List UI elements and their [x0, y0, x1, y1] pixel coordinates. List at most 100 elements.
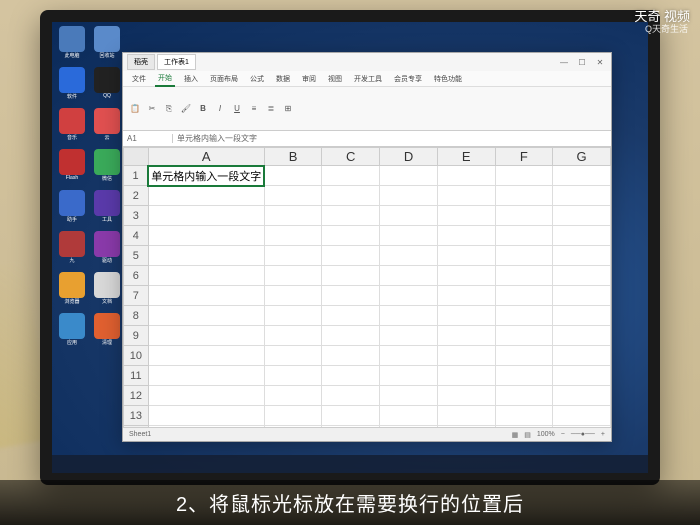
desktop-icon[interactable]: 云 — [91, 108, 123, 146]
cell[interactable] — [148, 326, 264, 346]
row-header[interactable]: 1 — [124, 166, 149, 186]
cell[interactable] — [322, 366, 380, 386]
cell[interactable] — [553, 166, 611, 186]
cell[interactable] — [437, 166, 495, 186]
cell[interactable] — [148, 406, 264, 426]
row-header[interactable]: 3 — [124, 206, 149, 226]
align-center-button[interactable]: ≣ — [263, 101, 279, 117]
cell[interactable] — [148, 386, 264, 406]
zoom-level[interactable]: 100% — [537, 431, 555, 438]
cell[interactable] — [322, 206, 380, 226]
desktop-icon[interactable]: 应用 — [56, 313, 88, 351]
cell[interactable] — [322, 266, 380, 286]
taskbar[interactable] — [52, 455, 648, 473]
cell[interactable] — [264, 286, 322, 306]
cell[interactable] — [264, 386, 322, 406]
cell[interactable] — [322, 346, 380, 366]
cell[interactable] — [437, 226, 495, 246]
row-header[interactable]: 2 — [124, 186, 149, 206]
cell[interactable] — [553, 266, 611, 286]
cell[interactable] — [495, 206, 553, 226]
desktop-icon[interactable]: 工具 — [91, 190, 123, 228]
row-header[interactable]: 8 — [124, 306, 149, 326]
column-header[interactable]: A — [148, 148, 264, 166]
ribbon-tab[interactable]: 公式 — [247, 72, 267, 86]
cell[interactable] — [495, 186, 553, 206]
cell[interactable] — [264, 226, 322, 246]
desktop-icon[interactable]: Flash — [56, 149, 88, 187]
cell[interactable] — [437, 386, 495, 406]
document-tab[interactable]: 工作表1 — [157, 54, 196, 70]
ribbon-tab[interactable]: 数据 — [273, 72, 293, 86]
cell[interactable] — [437, 186, 495, 206]
cell[interactable] — [148, 286, 264, 306]
cell[interactable] — [553, 226, 611, 246]
sheet-tab[interactable]: Sheet1 — [129, 431, 151, 438]
cell[interactable] — [322, 386, 380, 406]
cell[interactable] — [380, 386, 438, 406]
cell[interactable] — [553, 286, 611, 306]
row-header[interactable]: 4 — [124, 226, 149, 246]
cell[interactable] — [264, 246, 322, 266]
maximize-button[interactable]: ☐ — [575, 58, 589, 67]
cell[interactable] — [264, 206, 322, 226]
cell[interactable] — [553, 346, 611, 366]
cell[interactable] — [322, 186, 380, 206]
cell[interactable] — [380, 406, 438, 426]
row-header[interactable]: 6 — [124, 266, 149, 286]
column-header[interactable]: B — [264, 148, 322, 166]
spreadsheet-grid[interactable]: ABCDEFG 1单元格内输入一段文字234567891011121314 — [123, 147, 611, 427]
cell[interactable] — [437, 326, 495, 346]
view-page-icon[interactable]: ▤ — [524, 431, 531, 439]
row-header[interactable]: 12 — [124, 386, 149, 406]
cell[interactable] — [437, 266, 495, 286]
ribbon-tab[interactable]: 插入 — [181, 72, 201, 86]
underline-button[interactable]: U — [229, 101, 245, 117]
row-header[interactable]: 10 — [124, 346, 149, 366]
cell[interactable] — [148, 366, 264, 386]
cell[interactable] — [264, 306, 322, 326]
cell[interactable] — [495, 286, 553, 306]
cell[interactable] — [553, 206, 611, 226]
cell[interactable] — [148, 306, 264, 326]
desktop-icon[interactable]: 软件 — [56, 67, 88, 105]
cell[interactable] — [322, 246, 380, 266]
cell[interactable] — [148, 186, 264, 206]
cell[interactable] — [437, 406, 495, 426]
cell[interactable] — [437, 346, 495, 366]
row-header[interactable]: 13 — [124, 406, 149, 426]
cell[interactable] — [264, 186, 322, 206]
cell[interactable] — [495, 406, 553, 426]
cell[interactable] — [380, 346, 438, 366]
cell[interactable] — [553, 306, 611, 326]
desktop-icon[interactable]: 此电脑 — [56, 26, 88, 64]
cell[interactable] — [264, 326, 322, 346]
column-header[interactable]: C — [322, 148, 380, 166]
cell[interactable] — [495, 326, 553, 346]
desktop-icon[interactable]: 音乐 — [56, 108, 88, 146]
cell[interactable] — [380, 286, 438, 306]
zoom-in-button[interactable]: + — [601, 431, 605, 438]
ribbon-tab[interactable]: 页面布局 — [207, 72, 241, 86]
cell[interactable] — [553, 406, 611, 426]
ribbon-tab[interactable]: 视图 — [325, 72, 345, 86]
cell[interactable] — [380, 306, 438, 326]
cell[interactable] — [380, 166, 438, 186]
cell[interactable] — [495, 266, 553, 286]
desktop-icon[interactable]: 九 — [56, 231, 88, 269]
desktop-icon[interactable]: 文档 — [91, 272, 123, 310]
cell[interactable] — [553, 386, 611, 406]
column-header[interactable]: E — [437, 148, 495, 166]
view-normal-icon[interactable]: ▦ — [512, 431, 519, 439]
cell[interactable] — [495, 306, 553, 326]
cell[interactable] — [380, 186, 438, 206]
desktop-icon[interactable]: QQ — [91, 67, 123, 105]
cell[interactable] — [322, 166, 380, 186]
copy-button[interactable]: ⎘ — [161, 101, 177, 117]
cell[interactable] — [437, 206, 495, 226]
cell[interactable] — [322, 226, 380, 246]
cell[interactable] — [380, 326, 438, 346]
cell[interactable] — [553, 366, 611, 386]
merge-button[interactable]: ⊞ — [280, 101, 296, 117]
cell[interactable] — [322, 326, 380, 346]
